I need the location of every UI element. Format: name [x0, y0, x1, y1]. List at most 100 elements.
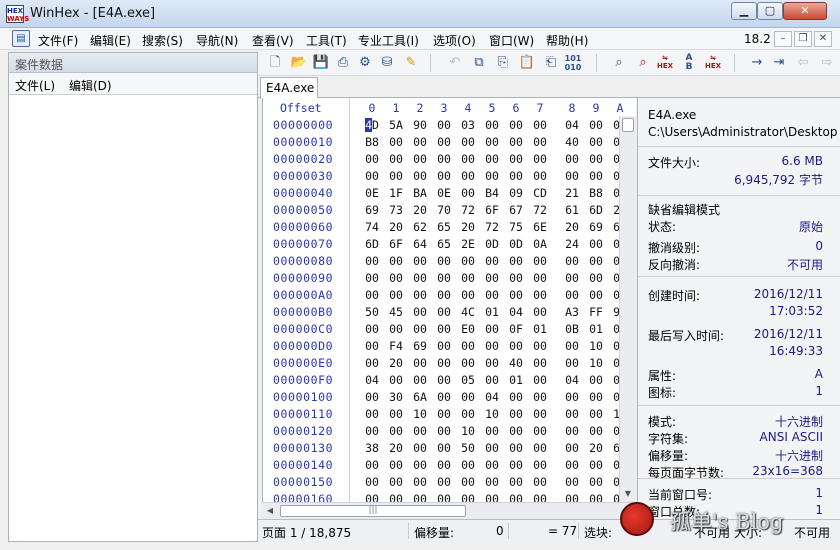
hex-byte[interactable]: 00 [506, 407, 526, 421]
hex-byte[interactable]: 04 [562, 373, 582, 387]
hex-byte[interactable]: 00 [482, 424, 502, 438]
hex-byte[interactable]: 0E [362, 186, 382, 200]
hex-byte[interactable]: 00 [562, 288, 582, 302]
hex-byte[interactable]: 00 [482, 373, 502, 387]
hex-byte[interactable]: 00 [482, 118, 502, 132]
hex-byte[interactable]: 10 [410, 407, 430, 421]
vertical-scroll-thumb[interactable] [622, 118, 634, 132]
hex-byte[interactable]: 20 [386, 356, 406, 370]
hex-byte[interactable]: 00 [458, 407, 478, 421]
hex-byte[interactable]: 00 [458, 169, 478, 183]
hex-byte[interactable]: F4 [386, 339, 406, 353]
hex-byte[interactable]: 00 [586, 407, 606, 421]
hex-byte[interactable]: 00 [434, 390, 454, 404]
hex-byte[interactable]: 00 [458, 288, 478, 302]
hex-byte[interactable]: 00 [410, 271, 430, 285]
hex-byte[interactable]: 00 [434, 475, 454, 489]
hex-byte[interactable]: 00 [362, 458, 382, 472]
hex-byte[interactable]: 00 [482, 169, 502, 183]
hex-byte[interactable]: 00 [434, 407, 454, 421]
hex-byte[interactable]: 00 [482, 356, 502, 370]
hex-byte[interactable]: CD [530, 186, 550, 200]
hex-byte[interactable]: 1F [386, 186, 406, 200]
hex-byte[interactable]: 00 [506, 169, 526, 183]
horizontal-scrollbar[interactable]: ◀ ||| ▶ [262, 502, 636, 519]
cut-icon[interactable]: ⧉ [470, 54, 488, 72]
menu-search[interactable]: 搜索(S) [142, 32, 183, 49]
hex-byte[interactable]: 00 [458, 135, 478, 149]
hex-byte[interactable]: 00 [586, 237, 606, 251]
scroll-left-arrow-icon[interactable]: ◀ [262, 503, 278, 519]
hex-byte[interactable]: A3 [562, 305, 582, 319]
navigate-forward-icon[interactable]: ⇨ [818, 54, 836, 72]
hex-byte[interactable]: 50 [458, 441, 478, 455]
hex-byte[interactable]: 6D [586, 203, 606, 217]
hex-editor[interactable]: Offset 0123456789A 00000000 4D 5A 90 00 03 00 0… [262, 98, 636, 506]
minimize-button[interactable]: ▁ [731, 2, 757, 20]
hex-byte[interactable]: 20 [410, 203, 430, 217]
status-offset-value[interactable]: 0 [496, 524, 504, 538]
hex-byte[interactable]: 5A [386, 118, 406, 132]
vertical-scrollbar[interactable]: ▲ ▼ [619, 116, 636, 502]
hex-byte[interactable]: 00 [458, 152, 478, 166]
undo-icon[interactable]: ↶ [446, 54, 464, 72]
hex-byte[interactable]: 00 [458, 356, 478, 370]
hex-byte[interactable]: 0B [562, 322, 582, 336]
horizontal-scroll-thumb[interactable]: ||| [280, 505, 466, 517]
hex-byte[interactable]: 72 [458, 203, 478, 217]
hex-byte[interactable]: 00 [562, 271, 582, 285]
hex-byte[interactable]: 00 [562, 441, 582, 455]
hex-byte[interactable]: 00 [530, 169, 550, 183]
hex-byte[interactable]: B8 [362, 135, 382, 149]
hex-byte[interactable]: 00 [482, 135, 502, 149]
hex-byte[interactable]: 00 [506, 254, 526, 268]
hex-byte[interactable]: 00 [386, 254, 406, 268]
hex-byte[interactable]: 00 [386, 475, 406, 489]
hex-byte[interactable]: 00 [362, 475, 382, 489]
hex-byte[interactable]: 20 [386, 220, 406, 234]
hex-byte[interactable]: 0E [434, 186, 454, 200]
hex-byte[interactable]: 00 [586, 424, 606, 438]
hex-byte[interactable]: 00 [562, 458, 582, 472]
hex-byte[interactable]: 00 [386, 407, 406, 421]
menu-options[interactable]: 选项(O) [433, 32, 476, 49]
hex-byte[interactable]: 00 [458, 254, 478, 268]
hex-byte[interactable]: 00 [530, 135, 550, 149]
hex-byte[interactable]: 00 [362, 169, 382, 183]
hex-byte[interactable]: 00 [386, 271, 406, 285]
hex-byte[interactable]: 00 [482, 288, 502, 302]
hex-byte[interactable]: 04 [562, 118, 582, 132]
hex-byte[interactable]: 00 [586, 169, 606, 183]
hex-byte[interactable]: 00 [434, 271, 454, 285]
menu-edit[interactable]: 编辑(E) [90, 32, 131, 49]
hex-byte[interactable]: 00 [434, 424, 454, 438]
hex-byte[interactable]: 00 [410, 322, 430, 336]
hex-byte[interactable]: 00 [530, 475, 550, 489]
navigate-back-icon[interactable]: ⇦ [794, 54, 812, 72]
hex-byte[interactable]: 6F [386, 237, 406, 251]
hex-byte[interactable]: 20 [458, 220, 478, 234]
hex-byte[interactable]: 10 [586, 356, 606, 370]
save-icon[interactable]: 💾 [312, 54, 330, 72]
hex-byte[interactable]: 00 [562, 169, 582, 183]
hex-byte[interactable]: 00 [506, 288, 526, 302]
hex-byte[interactable]: 00 [562, 390, 582, 404]
hex-byte[interactable]: 00 [434, 322, 454, 336]
hex-byte[interactable]: 00 [434, 339, 454, 353]
hex-byte[interactable]: 09 [506, 186, 526, 200]
hex-byte[interactable]: 24 [562, 237, 582, 251]
hex-byte[interactable]: 00 [386, 458, 406, 472]
hex-byte[interactable]: 21 [562, 186, 582, 200]
hex-byte[interactable]: 00 [362, 322, 382, 336]
hex-byte[interactable]: 00 [482, 475, 502, 489]
hex-byte[interactable]: 6E [530, 220, 550, 234]
hex-byte[interactable]: 00 [458, 186, 478, 200]
hex-byte[interactable]: BA [410, 186, 430, 200]
hex-byte[interactable]: 74 [362, 220, 382, 234]
file-tab[interactable]: E4A.exe [260, 77, 318, 99]
hex-byte[interactable]: 00 [482, 271, 502, 285]
hex-byte[interactable]: 65 [434, 220, 454, 234]
hex-byte[interactable]: 00 [506, 118, 526, 132]
hex-byte[interactable]: 0F [506, 322, 526, 336]
hex-byte[interactable]: 0D [482, 237, 502, 251]
